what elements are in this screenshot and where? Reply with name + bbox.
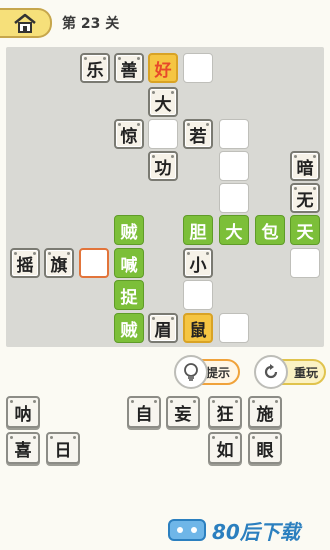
puzzle-board: 乐 善 好 大 惊 若 功 暗 无 贼 胆 大 包 天 摇 旗 喊 小 捉 贼 … xyxy=(6,47,324,347)
hint-label: 提示 xyxy=(205,365,230,380)
answer-tile[interactable]: 日 xyxy=(46,432,80,464)
board-cell-highlighted[interactable]: 好 xyxy=(148,53,178,83)
refresh-icon xyxy=(254,355,288,389)
answer-tile[interactable]: 狂 xyxy=(208,396,242,428)
board-cell-empty[interactable] xyxy=(219,119,249,149)
board-cell-solved[interactable]: 捉 xyxy=(114,280,144,310)
board-cell-selected[interactable] xyxy=(79,248,109,278)
answer-tile[interactable]: 眼 xyxy=(248,432,282,464)
board-cell-highlighted[interactable]: 鼠 xyxy=(183,313,213,343)
board-cell-empty[interactable] xyxy=(183,53,213,83)
board-cell-solved[interactable]: 包 xyxy=(255,215,285,245)
answer-tile[interactable]: 喜 xyxy=(6,432,40,464)
home-icon xyxy=(14,13,36,33)
board-cell[interactable]: 善 xyxy=(114,53,144,83)
board-cell[interactable]: 功 xyxy=(148,151,178,181)
board-cell-solved[interactable]: 天 xyxy=(290,215,320,245)
board-cell-solved[interactable]: 大 xyxy=(219,215,249,245)
board-cell-empty[interactable] xyxy=(183,280,213,310)
brand-logo: 80后下载 xyxy=(168,515,328,545)
level-title: 第 23 关 xyxy=(62,16,120,32)
board-cell[interactable]: 旗 xyxy=(44,248,74,278)
board-cell[interactable]: 暗 xyxy=(290,151,320,181)
logo-icon xyxy=(168,519,206,541)
board-cell-solved[interactable]: 喊 xyxy=(114,248,144,278)
answer-tile[interactable]: 自 xyxy=(127,396,161,428)
board-cell[interactable]: 惊 xyxy=(114,119,144,149)
board-cell-empty[interactable] xyxy=(219,183,249,213)
board-cell-solved[interactable]: 胆 xyxy=(183,215,213,245)
board-cell[interactable]: 摇 xyxy=(10,248,40,278)
answer-tile[interactable]: 呐 xyxy=(6,396,40,428)
board-cell[interactable]: 眉 xyxy=(148,313,178,343)
board-cell[interactable]: 乐 xyxy=(80,53,110,83)
home-button[interactable] xyxy=(0,8,52,38)
lightbulb-icon xyxy=(174,355,208,389)
board-cell-empty[interactable] xyxy=(219,313,249,343)
hint-button[interactable]: 提示 xyxy=(174,355,240,389)
board-cell-empty[interactable] xyxy=(219,151,249,181)
reset-label: 重玩 xyxy=(293,365,318,380)
answer-tile[interactable]: 妄 xyxy=(166,396,200,428)
board-cell[interactable]: 大 xyxy=(148,87,178,117)
brand-text: 80后下载 xyxy=(212,519,300,544)
board-cell-empty[interactable] xyxy=(290,248,320,278)
reset-button[interactable]: 重玩 xyxy=(254,355,326,389)
top-bar: 第 23 关 xyxy=(0,0,330,45)
answer-tile[interactable]: 如 xyxy=(208,432,242,464)
board-cell-solved[interactable]: 贼 xyxy=(114,313,144,343)
board-cell[interactable]: 无 xyxy=(290,183,320,213)
answer-tile[interactable]: 施 xyxy=(248,396,282,428)
board-cell[interactable]: 小 xyxy=(183,248,213,278)
board-cell[interactable]: 若 xyxy=(183,119,213,149)
board-cell-empty[interactable] xyxy=(148,119,178,149)
board-cell-solved[interactable]: 贼 xyxy=(114,215,144,245)
